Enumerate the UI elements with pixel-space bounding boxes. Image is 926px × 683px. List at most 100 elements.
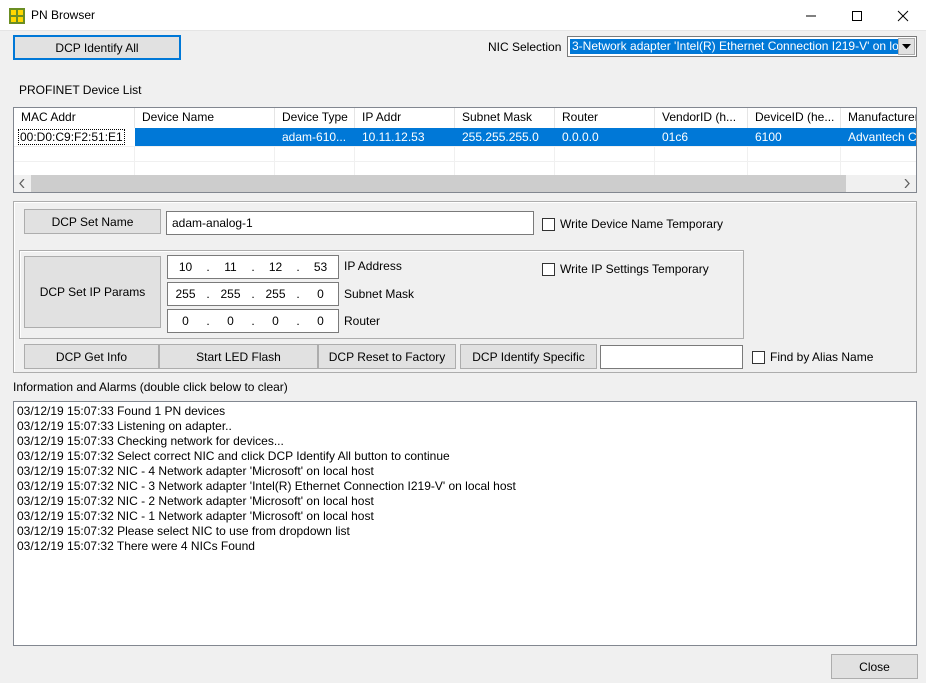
ip-dot: . [251,260,255,274]
dcp-reset-to-factory-button[interactable]: DCP Reset to Factory [318,344,456,369]
grid-line [554,146,555,176]
grid-line [840,146,841,176]
dcp-identify-all-button[interactable]: DCP Identify All [13,35,181,60]
device-list-view[interactable]: MAC Addr Device Name Device Type IP Addr… [13,107,917,193]
dcp-identify-specific-button[interactable]: DCP Identify Specific [460,344,597,369]
router-field[interactable]: 0. 0. 0. 0 [167,309,339,333]
column-header-ip[interactable]: IP Addr [355,108,455,128]
log-line: 03/12/19 15:07:32 NIC - 4 Network adapte… [17,464,374,478]
start-led-flash-button[interactable]: Start LED Flash [159,344,318,369]
grid-line [747,146,748,176]
minimize-icon [806,15,816,17]
chevron-right-icon [904,179,910,188]
log-line: 03/12/19 15:07:33 Listening on adapter.. [17,419,232,433]
ip-octet-3: 12 [268,260,283,274]
router-label: Router [344,314,381,328]
cell-vendor-id: 01c6 [655,128,748,146]
chevron-left-icon [19,179,25,188]
subnet-mask-label: Subnet Mask [344,287,415,301]
cell-router: 0.0.0.0 [555,128,655,146]
close-window-button[interactable] [880,0,926,31]
grid-line [14,146,916,147]
device-name-value: adam-analog-1 [172,216,253,230]
router-octet-1: 0 [182,314,189,328]
column-header-subnet[interactable]: Subnet Mask [455,108,555,128]
ip-octet-2: 11 [224,260,237,274]
ip-dot: . [206,314,210,328]
log-line: 03/12/19 15:07:32 NIC - 3 Network adapte… [17,479,516,493]
log-line: 03/12/19 15:07:32 Please select NIC to u… [17,524,350,538]
router-octet-2: 0 [227,314,234,328]
nic-selected-value: 3-Network adapter 'Intel(R) Ethernet Con… [570,39,899,54]
ip-dot: . [296,314,300,328]
write-ip-temporary-checkbox[interactable] [542,263,555,276]
ip-dot: . [206,287,210,301]
cell-device-type: adam-610... [275,128,355,146]
log-line: 03/12/19 15:07:32 Select correct NIC and… [17,449,450,463]
log-line: 03/12/19 15:07:32 There were 4 NICs Foun… [17,539,255,553]
grid-line [274,146,275,176]
column-header-device-type[interactable]: Device Type [275,108,355,128]
chevron-down-icon [902,44,911,49]
column-header-router[interactable]: Router [555,108,655,128]
mask-octet-2: 255 [220,287,241,301]
close-button[interactable]: Close [831,654,918,679]
log-line: 03/12/19 15:07:32 NIC - 1 Network adapte… [17,509,374,523]
dropdown-arrow-button[interactable] [898,38,915,55]
title-bar: PN Browser [0,0,926,31]
device-name-input[interactable]: adam-analog-1 [166,211,534,235]
log-line: 03/12/19 15:07:33 Checking network for d… [17,434,284,448]
scroll-right-button[interactable] [899,175,916,192]
app-icon [9,8,25,24]
find-by-alias-label: Find by Alias Name [770,350,874,364]
write-name-temporary-checkbox[interactable] [542,218,555,231]
ip-octet-4: 53 [313,260,328,274]
scroll-left-button[interactable] [14,175,31,192]
ip-address-field[interactable]: 10. 11. 12. 53 [167,255,339,279]
column-header-manufacturer[interactable]: Manufacturer [841,108,916,128]
find-by-alias-checkbox[interactable] [752,351,765,364]
information-alarms-log[interactable]: 03/12/19 15:07:33 Found 1 PN devices 03/… [13,401,917,646]
column-header-device-name[interactable]: Device Name [135,108,275,128]
identify-specific-input[interactable] [600,345,743,369]
subnet-mask-field[interactable]: 255. 255. 255. 0 [167,282,339,306]
horizontal-scrollbar[interactable] [14,175,916,192]
grid-line [14,161,916,162]
mask-octet-4: 0 [317,287,324,301]
close-icon [897,10,909,22]
log-line: 03/12/19 15:07:33 Found 1 PN devices [17,404,226,418]
cell-subnet: 255.255.255.0 [455,128,555,146]
grid-line [454,146,455,176]
grid-line [654,146,655,176]
router-octet-3: 0 [272,314,279,328]
column-header-device-id[interactable]: DeviceID (he... [748,108,841,128]
ip-dot: . [251,314,255,328]
dcp-set-name-button[interactable]: DCP Set Name [24,209,161,234]
nic-selection-dropdown[interactable]: 3-Network adapter 'Intel(R) Ethernet Con… [567,36,917,57]
ip-address-label: IP Address [344,259,402,273]
ip-dot: . [296,260,300,274]
window-title: PN Browser [31,8,96,22]
cell-device-name [135,128,275,146]
cell-device-id: 6100 [748,128,841,146]
ip-dot: . [206,260,210,274]
maximize-button[interactable] [834,0,880,31]
minimize-button[interactable] [788,0,834,31]
dcp-get-info-button[interactable]: DCP Get Info [24,344,159,369]
dcp-set-ip-params-button[interactable]: DCP Set IP Params [24,256,161,328]
list-header: MAC Addr Device Name Device Type IP Addr… [14,108,916,129]
ip-dot: . [251,287,255,301]
cell-ip: 10.11.12.53 [355,128,455,146]
write-ip-temporary-label: Write IP Settings Temporary [560,262,709,276]
grid-line [354,146,355,176]
maximize-icon [852,11,862,21]
scrollbar-thumb[interactable] [31,175,846,192]
table-row[interactable]: 00:D0:C9:F2:51:E1 adam-610... 10.11.12.5… [14,128,916,146]
column-header-mac[interactable]: MAC Addr [14,108,135,128]
router-octet-4: 0 [317,314,324,328]
cell-manufacturer: Advantech Co [841,128,916,146]
column-header-vendor-id[interactable]: VendorID (h... [655,108,748,128]
log-line: 03/12/19 15:07:32 NIC - 2 Network adapte… [17,494,374,508]
ip-octet-1: 10 [178,260,193,274]
grid-line [134,146,135,176]
